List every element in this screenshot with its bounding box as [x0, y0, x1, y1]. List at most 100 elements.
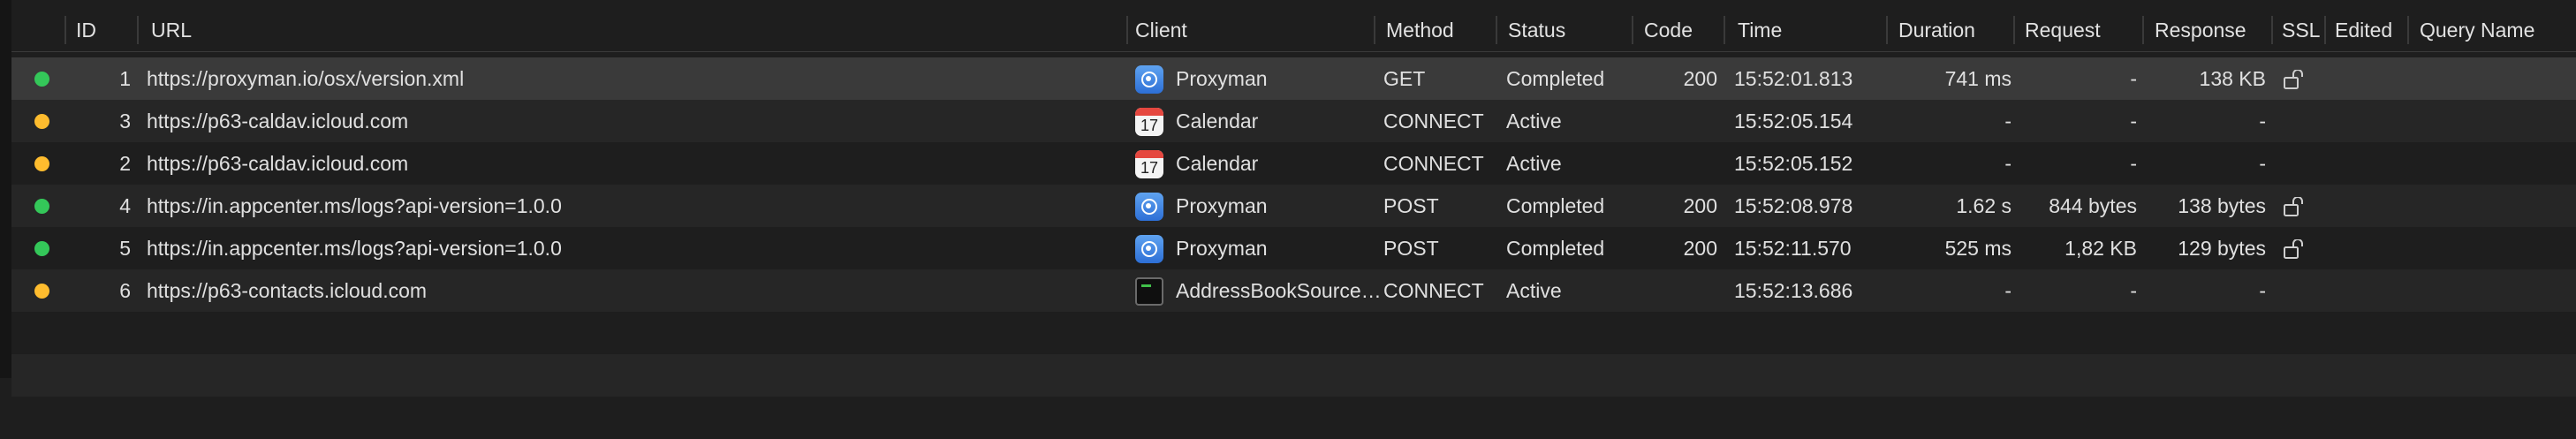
client-cell: Proxyman — [1176, 237, 1268, 260]
code-cell: 200 — [1683, 194, 1717, 217]
time-cell: 15:52:08.978 — [1734, 194, 1853, 217]
duration-cell: 1.62 s — [1956, 194, 2012, 217]
duration-cell: 741 ms — [1944, 67, 2012, 90]
column-separator[interactable] — [1886, 16, 1888, 44]
request-table: ID URL Client Method Status Code Time Du… — [11, 0, 2576, 439]
column-header-method[interactable]: Method — [1386, 9, 1454, 51]
code-cell: 200 — [1683, 237, 1717, 260]
column-header-code[interactable]: Code — [1644, 9, 1693, 51]
status-dot — [34, 241, 49, 256]
code-cell — [1639, 100, 1717, 142]
status-dot — [34, 114, 49, 129]
id-cell: 2 — [119, 152, 131, 175]
column-header-request[interactable]: Request — [2025, 9, 2101, 51]
code-cell — [1639, 142, 1717, 185]
column-separator[interactable] — [64, 16, 66, 44]
table-row[interactable]: 2 https://p63-caldav.icloud.com 17 Calendar… — [11, 142, 2576, 185]
status-cell: Completed — [1506, 237, 1605, 260]
response-size-cell: - — [2259, 110, 2266, 132]
method-cell: POST — [1383, 194, 1439, 217]
column-header-query-name[interactable]: Query Name — [2420, 9, 2534, 51]
request-size-cell: - — [2130, 279, 2137, 302]
proxyman-icon — [1135, 193, 1163, 221]
id-cell: 3 — [119, 110, 131, 132]
status-dot — [34, 199, 49, 214]
status-dot — [34, 156, 49, 171]
id-cell: 1 — [119, 67, 131, 90]
terminal-icon — [1135, 277, 1163, 306]
url-cell: https://proxyman.io/osx/version.xml — [147, 67, 465, 90]
url-cell: https://in.appcenter.ms/logs?api-version… — [147, 194, 562, 217]
response-size-cell: 129 bytes — [2178, 237, 2266, 260]
column-separator[interactable] — [1724, 16, 1725, 44]
empty-row — [11, 312, 2576, 354]
unlocked-icon[interactable] — [2284, 70, 2308, 89]
status-dot — [34, 72, 49, 87]
status-cell: Active — [1506, 152, 1562, 175]
calendar-day: 17 — [1140, 159, 1159, 177]
column-separator[interactable] — [2271, 16, 2273, 44]
method-cell: CONNECT — [1383, 152, 1484, 175]
id-cell: 6 — [119, 279, 131, 302]
column-separator[interactable] — [137, 16, 139, 44]
table-row[interactable]: 5 https://in.appcenter.ms/logs?api-versio… — [11, 227, 2576, 269]
request-size-cell: 844 bytes — [2049, 194, 2137, 217]
method-cell: GET — [1383, 67, 1426, 90]
time-cell: 15:52:13.686 — [1734, 279, 1853, 302]
status-cell: Completed — [1506, 67, 1605, 90]
response-size-cell: - — [2259, 152, 2266, 175]
response-size-cell: 138 bytes — [2178, 194, 2266, 217]
unlocked-icon[interactable] — [2284, 239, 2308, 259]
empty-row — [11, 354, 2576, 397]
empty-row — [11, 397, 2576, 439]
url-cell: https://p63-caldav.icloud.com — [147, 110, 409, 132]
table-row[interactable]: 6 https://p63-contacts.icloud.com AddressB… — [11, 269, 2576, 312]
column-separator[interactable] — [2013, 16, 2015, 44]
column-separator[interactable] — [2142, 16, 2144, 44]
proxyman-icon — [1135, 235, 1163, 263]
request-size-cell: - — [2130, 152, 2137, 175]
url-cell: https://p63-contacts.icloud.com — [147, 279, 428, 302]
time-cell: 15:52:05.152 — [1734, 152, 1853, 175]
column-separator[interactable] — [1126, 16, 1128, 44]
id-cell: 5 — [119, 237, 131, 260]
table-row[interactable]: 4 https://in.appcenter.ms/logs?api-versio… — [11, 185, 2576, 227]
table-row[interactable]: 1 https://proxyman.io/osx/version.xml Prox… — [11, 57, 2576, 100]
column-header-ssl[interactable]: SSL — [2282, 9, 2320, 51]
calendar-icon: 17 — [1135, 108, 1163, 136]
table-row[interactable]: 3 https://p63-caldav.icloud.com 17 Calendar… — [11, 100, 2576, 142]
time-cell: 15:52:05.154 — [1734, 110, 1853, 132]
code-cell: 200 — [1683, 67, 1717, 90]
status-dot — [34, 284, 49, 299]
duration-cell: 525 ms — [1944, 237, 2012, 260]
unlocked-icon[interactable] — [2284, 197, 2308, 216]
proxyman-icon — [1135, 65, 1163, 94]
column-header-response[interactable]: Response — [2155, 9, 2246, 51]
column-separator[interactable] — [1374, 16, 1375, 44]
column-header-client[interactable]: Client — [1135, 9, 1187, 51]
column-header-edited[interactable]: Edited — [2335, 9, 2392, 51]
client-cell: Calendar — [1176, 152, 1259, 175]
column-header-status[interactable]: Status — [1508, 9, 1565, 51]
column-separator[interactable] — [1632, 16, 1633, 44]
duration-cell: - — [2004, 110, 2012, 132]
method-cell: POST — [1383, 237, 1439, 260]
method-cell: CONNECT — [1383, 110, 1484, 132]
column-header-id[interactable]: ID — [76, 9, 96, 51]
client-cell: AddressBookSource… — [1176, 279, 1382, 302]
client-cell: Proxyman — [1176, 194, 1268, 217]
time-cell: 15:52:01.813 — [1734, 67, 1853, 90]
status-cell: Active — [1506, 279, 1562, 302]
column-separator[interactable] — [1496, 16, 1497, 44]
url-cell: https://p63-caldav.icloud.com — [147, 152, 409, 175]
column-separator[interactable] — [2324, 16, 2326, 44]
column-separator[interactable] — [2407, 16, 2409, 44]
client-cell: Proxyman — [1176, 67, 1268, 90]
column-header-duration[interactable]: Duration — [1898, 9, 1975, 51]
calendar-day: 17 — [1140, 117, 1159, 134]
code-cell — [1639, 269, 1717, 312]
response-size-cell: 138 KB — [2199, 67, 2266, 90]
column-header-url[interactable]: URL — [151, 9, 192, 51]
request-size-cell: - — [2130, 110, 2137, 132]
column-header-time[interactable]: Time — [1738, 9, 1782, 51]
